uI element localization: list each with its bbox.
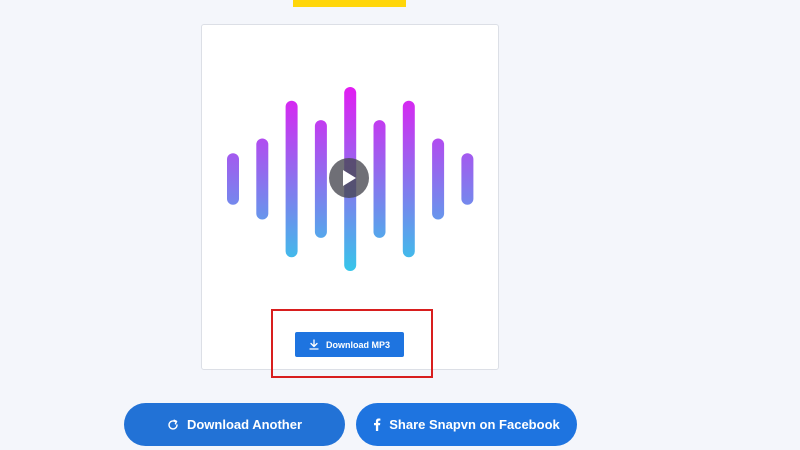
waveform-bar — [461, 153, 474, 205]
play-button[interactable] — [329, 158, 369, 198]
share-facebook-label: Share Snapvn on Facebook — [389, 417, 560, 432]
share-facebook-button[interactable]: Share Snapvn on Facebook — [356, 403, 577, 446]
download-mp3-label: Download MP3 — [325, 339, 390, 350]
play-icon — [343, 170, 356, 186]
top-accent-bar — [293, 0, 406, 7]
refresh-icon — [167, 419, 179, 431]
waveform-bar — [402, 100, 415, 258]
facebook-icon — [373, 418, 381, 431]
waveform-bar — [373, 120, 386, 238]
download-mp3-button[interactable]: Download MP3 — [295, 332, 404, 357]
download-icon — [309, 339, 319, 350]
waveform-bar — [432, 138, 445, 220]
download-another-label: Download Another — [186, 417, 303, 432]
download-another-button[interactable]: Download Another — [124, 403, 345, 446]
waveform-bar — [227, 153, 239, 205]
waveform-bar — [314, 120, 327, 238]
waveform-bar — [285, 100, 298, 258]
waveform-bar — [256, 138, 269, 220]
